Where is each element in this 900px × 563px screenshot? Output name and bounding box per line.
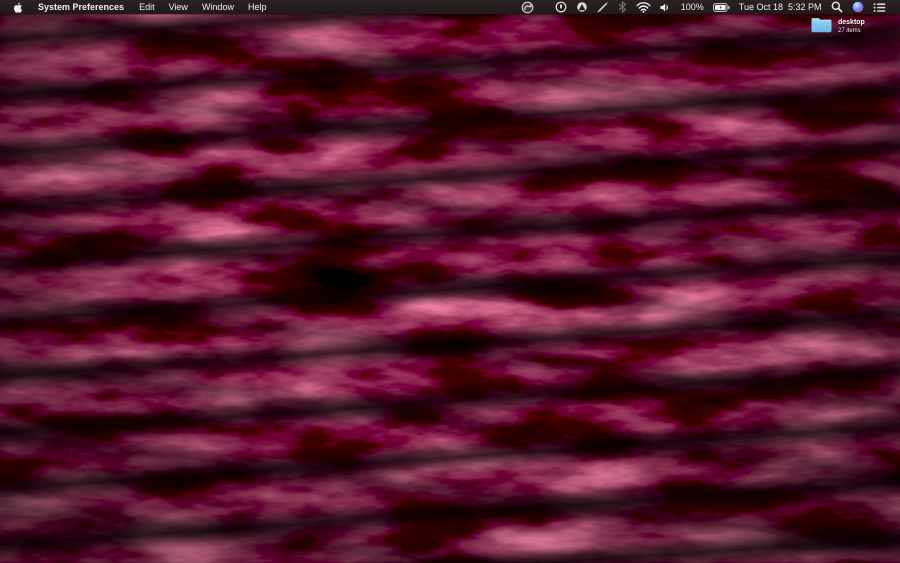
battery-percent-label: 100% [681,0,704,14]
battery-menu[interactable] [708,0,734,14]
menu-help[interactable]: Help [241,0,274,14]
apple-menu[interactable] [6,0,30,14]
menu-bar-status: 100% Tue Oct 18 5:32 PM [516,0,900,14]
spotlight-icon [831,1,843,13]
clock-menu[interactable]: Tue Oct 18 5:32 PM [734,0,826,14]
menu-help-label: Help [248,0,267,14]
wallpaper [0,0,900,563]
menu-view-label: View [169,0,188,14]
app-name-label: System Preferences [38,0,124,14]
menu-edit[interactable]: Edit [132,0,162,14]
folder-name-label: desktop [838,19,865,27]
clock-label: Tue Oct 18 5:32 PM [739,0,822,14]
folder-icon [810,15,833,34]
swirl-app-icon [521,1,534,14]
spotlight-menu[interactable] [826,0,847,14]
bluetooth-icon [618,1,627,13]
menu-bar: System Preferences Edit View Window Help [0,0,900,14]
folder-item-count: 27 items [838,27,865,35]
pencil-icon [597,1,609,13]
volume-menu[interactable] [655,0,676,14]
wallpaper-vignette [0,0,900,563]
menu-window-label: Window [202,0,234,14]
folder-labels: desktop 27 items [838,15,865,35]
drive-app-icon [576,1,588,13]
menu-window[interactable]: Window [195,0,241,14]
desktop-folder[interactable]: desktop 27 items [810,15,865,35]
app-menu-title[interactable]: System Preferences [30,0,132,14]
swirl-app-menu-extra[interactable] [516,0,538,14]
apple-icon [13,2,23,13]
onepassword-icon [555,1,567,13]
battery-icon [713,3,730,12]
notification-center-icon [873,2,886,13]
battery-percent[interactable]: 100% [676,0,708,14]
wifi-icon [636,1,651,13]
menu-edit-label: Edit [139,0,155,14]
menu-bar-left: System Preferences Edit View Window Help [0,0,273,14]
onepassword-menu-extra[interactable] [550,0,571,14]
pencil-menu-extra[interactable] [592,0,613,14]
bluetooth-menu[interactable] [613,0,631,14]
drive-app-menu-extra[interactable] [571,0,592,14]
siri-icon [852,1,864,13]
desktop-screen: System Preferences Edit View Window Help [0,0,900,563]
notification-center-menu[interactable] [868,0,890,14]
volume-icon [660,2,672,13]
siri-menu[interactable] [847,0,868,14]
menu-view[interactable]: View [162,0,195,14]
wifi-menu[interactable] [631,0,655,14]
